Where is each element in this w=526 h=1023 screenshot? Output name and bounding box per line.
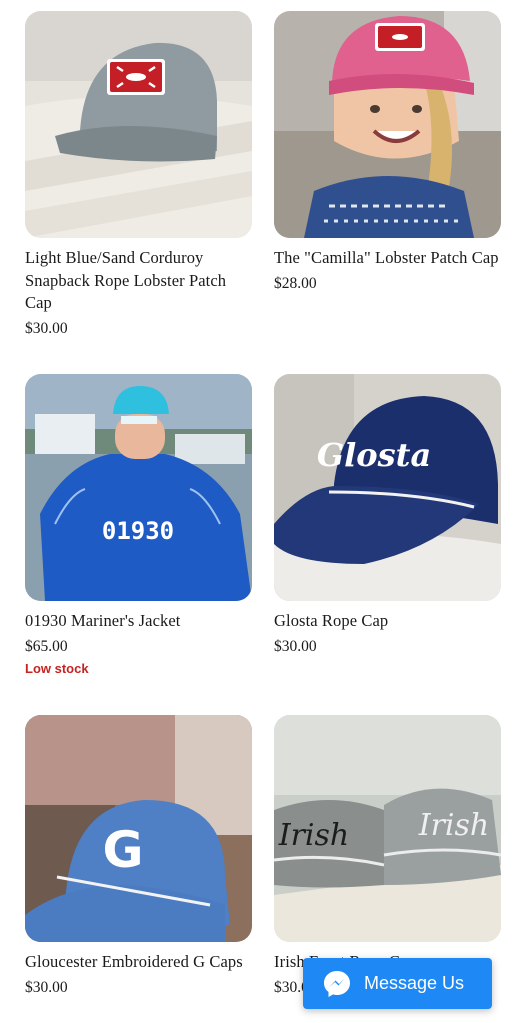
jacket-print-text: 01930 xyxy=(102,517,174,545)
product-title[interactable]: The "Camilla" Lobster Patch Cap xyxy=(274,247,502,270)
product-image-lobster-cap-blue[interactable] xyxy=(25,11,252,238)
product-price: $30.00 xyxy=(25,978,68,996)
product-image-glosta-cap[interactable]: Glosta xyxy=(274,374,501,601)
product-grid-page: Light Blue/Sand Corduroy Snapback Rope L… xyxy=(0,0,526,1023)
product-title[interactable]: 01930 Mariner's Jacket xyxy=(25,610,253,633)
product-price: $30.00 xyxy=(274,637,317,655)
product-price: $30.00 xyxy=(25,319,68,337)
product-card[interactable]: Irish Irish Irish Front Rope Cap $30.00 xyxy=(274,715,502,998)
cap-embroidery-text: Irish xyxy=(418,808,490,843)
cap-embroidery-text: Glosta xyxy=(317,436,431,474)
product-title[interactable]: Gloucester Embroidered G Caps xyxy=(25,951,253,974)
product-card[interactable]: 01930 01930 Mariner's Jacket $65.00 Low … xyxy=(25,374,253,677)
messenger-icon xyxy=(324,970,350,997)
product-image-irish-cap[interactable]: Irish Irish xyxy=(274,715,501,942)
product-image-g-cap[interactable]: G xyxy=(25,715,252,942)
product-price: $28.00 xyxy=(274,274,317,292)
product-image-camilla-cap[interactable] xyxy=(274,11,501,238)
cap-embroidery-text: Irish xyxy=(278,818,350,853)
message-us-button[interactable]: Message Us xyxy=(303,958,492,1009)
message-us-label: Message Us xyxy=(364,973,465,993)
product-title[interactable]: Glosta Rope Cap xyxy=(274,610,502,633)
product-card[interactable]: The "Camilla" Lobster Patch Cap $28.00 xyxy=(274,11,502,294)
product-card[interactable]: G Gloucester Embroidered G Caps $30.00 xyxy=(25,715,253,998)
product-card[interactable]: Light Blue/Sand Corduroy Snapback Rope L… xyxy=(25,11,253,339)
product-title[interactable]: Light Blue/Sand Corduroy Snapback Rope L… xyxy=(25,247,253,315)
cap-embroidery-text: G xyxy=(102,821,143,879)
low-stock-badge: Low stock xyxy=(25,660,89,676)
product-price: $65.00 xyxy=(25,637,68,655)
product-image-mariners-jacket[interactable]: 01930 xyxy=(25,374,252,601)
product-card[interactable]: Glosta Glosta Rope Cap $30.00 xyxy=(274,374,502,657)
